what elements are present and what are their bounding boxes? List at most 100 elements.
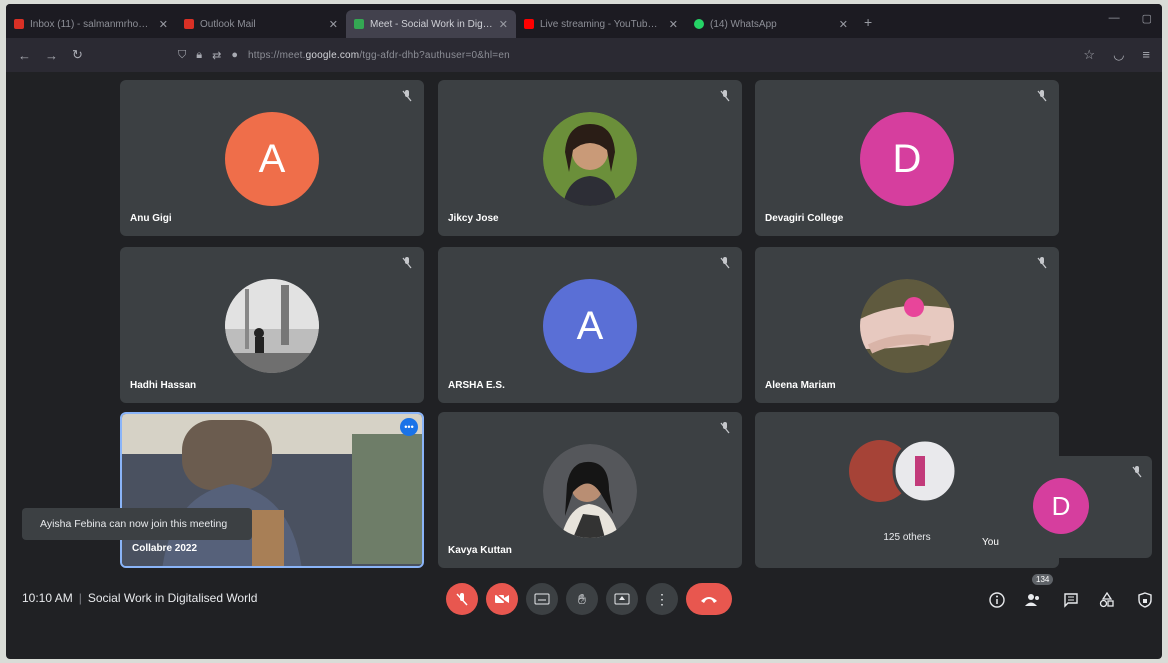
mail-icon: [184, 19, 194, 29]
tab-outlook[interactable]: Outlook Mail ✕: [176, 10, 346, 38]
participant-name: Hadhi Hassan: [130, 380, 197, 391]
participant-count-badge: 134: [1032, 574, 1054, 585]
menu-icon[interactable]: ≡: [1142, 47, 1150, 63]
divider: |: [78, 591, 82, 605]
self-view-tile[interactable]: D You: [972, 456, 1152, 558]
activities-button[interactable]: [1096, 589, 1118, 611]
avatar: [225, 279, 319, 373]
permissions-icon[interactable]: ⇄: [212, 49, 221, 62]
microphone-toggle-button[interactable]: [446, 583, 478, 615]
more-vert-icon: ⋮: [655, 591, 669, 607]
hang-up-icon: [701, 597, 717, 603]
address-bar[interactable]: ⛉ 🔒︎ ⇄ ● https://meet.google.com/tgg-afd…: [178, 43, 1018, 67]
more-options-button[interactable]: ⋮: [646, 583, 678, 615]
maximize-icon[interactable]: ▢: [1142, 12, 1152, 25]
close-tab-icon[interactable]: ✕: [669, 18, 678, 31]
url-suffix: /tgg-afdr-dhb?authuser=0&hl=en: [359, 49, 510, 61]
meet-icon: [354, 19, 364, 29]
camera-off-icon: [494, 592, 510, 606]
close-tab-icon[interactable]: ✕: [499, 18, 508, 31]
participant-name: Devagiri College: [765, 213, 844, 224]
participant-tile[interactable]: Kavya Kuttan: [438, 412, 742, 568]
lock-icon: 🔒︎: [196, 48, 203, 61]
muted-mic-icon: [1037, 257, 1047, 269]
meeting-title: Social Work in Digitalised World: [87, 591, 258, 605]
meeting-info: 10:10 AM | Social Work in Digitalised Worl…: [22, 591, 257, 605]
shield-lock-icon: [1138, 592, 1152, 608]
shield-icon: ⛉: [178, 48, 187, 61]
tab-title: (14) WhatsApp: [710, 18, 777, 30]
browser-window: Inbox (11) - salmanmrhoes1@g... ✕ Outloo…: [6, 4, 1162, 659]
microphone-permission-icon[interactable]: ●: [231, 49, 238, 61]
activities-icon: [1099, 592, 1114, 608]
host-controls-button[interactable]: [1134, 589, 1156, 611]
participant-tile-video[interactable]: ••• Collabre 2022: [120, 412, 424, 568]
muted-mic-icon: [720, 422, 730, 434]
participant-name: You: [982, 537, 999, 548]
bookmark-star-icon[interactable]: ☆: [1083, 47, 1095, 63]
avatar: [543, 444, 637, 538]
tab-title: Outlook Mail: [200, 18, 256, 30]
minimize-icon[interactable]: —: [1109, 12, 1120, 25]
tab-inbox[interactable]: Inbox (11) - salmanmrhoes1@g... ✕: [6, 10, 176, 38]
participant-tile[interactable]: A Anu Gigi: [120, 80, 424, 236]
url-text[interactable]: https://meet.google.com/tgg-afdr-dhb?aut…: [248, 50, 510, 61]
participant-name: Collabre 2022: [132, 543, 198, 554]
close-tab-icon[interactable]: ✕: [839, 18, 848, 31]
muted-mic-icon: [720, 257, 730, 269]
reload-icon[interactable]: ↻: [72, 47, 83, 63]
muted-mic-icon: [402, 257, 412, 269]
participant-tile[interactable]: Aleena Mariam: [755, 247, 1059, 403]
new-tab-icon[interactable]: +: [856, 14, 872, 38]
tab-whatsapp[interactable]: (14) WhatsApp ✕: [686, 10, 856, 38]
tab-meet[interactable]: Meet - Social Work in Digitalised ✕: [346, 10, 516, 38]
participant-tile[interactable]: Jikcy Jose: [438, 80, 742, 236]
avatar: [543, 112, 637, 206]
avatar: [860, 279, 954, 373]
participant-tile[interactable]: A ARSHA E.S.: [438, 247, 742, 403]
avatar: A: [225, 112, 319, 206]
forward-icon[interactable]: →: [45, 48, 58, 63]
raise-hand-button[interactable]: ✋︎: [566, 583, 598, 615]
avatar: D: [860, 112, 954, 206]
chat-icon: [1064, 593, 1078, 608]
meeting-controls-bar: 10:10 AM | Social Work in Digitalised Worl…: [6, 574, 1162, 621]
clock-time: 10:10 AM: [22, 591, 73, 605]
tab-title: Live streaming - YouTube Studio: [540, 18, 663, 30]
participant-name: Jikcy Jose: [448, 213, 499, 224]
speaking-indicator-icon: •••: [400, 418, 418, 436]
present-screen-button[interactable]: [606, 583, 638, 615]
info-icon: [989, 592, 1005, 608]
others-avatars: [849, 438, 958, 504]
close-tab-icon[interactable]: ✕: [329, 18, 338, 31]
participant-name: ARSHA E.S.: [448, 380, 505, 391]
pocket-icon[interactable]: ◡: [1113, 47, 1124, 63]
tab-bar: Inbox (11) - salmanmrhoes1@g... ✕ Outloo…: [6, 4, 1162, 38]
close-tab-icon[interactable]: ✕: [159, 18, 168, 31]
participant-tile[interactable]: D Devagiri College: [755, 80, 1059, 236]
people-icon: [1025, 594, 1039, 606]
tab-youtube[interactable]: Live streaming - YouTube Studio ✕: [516, 10, 686, 38]
meeting-details-button[interactable]: [986, 589, 1008, 611]
notification-toast: Ayisha Febina can now join this meeting: [22, 508, 252, 540]
youtube-icon: [524, 19, 534, 29]
whatsapp-icon: [694, 19, 704, 29]
muted-mic-icon: [1037, 90, 1047, 102]
leave-call-button[interactable]: [686, 583, 732, 615]
avatar: D: [1033, 478, 1089, 534]
chat-button[interactable]: [1060, 589, 1082, 611]
url-domain: google.com: [305, 49, 360, 61]
tab-title: Meet - Social Work in Digitalised: [370, 18, 493, 30]
back-icon[interactable]: ←: [18, 48, 31, 63]
navigation-bar: ← → ↻ ⛉ 🔒︎ ⇄ ● https://meet.google.com/t…: [6, 38, 1162, 72]
mic-off-icon: [456, 593, 468, 606]
captions-button[interactable]: [526, 583, 558, 615]
camera-toggle-button[interactable]: [486, 583, 518, 615]
muted-mic-icon: [402, 90, 412, 102]
participant-name: Aleena Mariam: [765, 380, 836, 391]
participant-tile[interactable]: Hadhi Hassan: [120, 247, 424, 403]
hand-icon: ✋︎: [578, 590, 586, 607]
muted-mic-icon: [1132, 466, 1142, 478]
url-prefix: https://meet.: [247, 49, 306, 61]
people-button[interactable]: [1022, 589, 1044, 611]
